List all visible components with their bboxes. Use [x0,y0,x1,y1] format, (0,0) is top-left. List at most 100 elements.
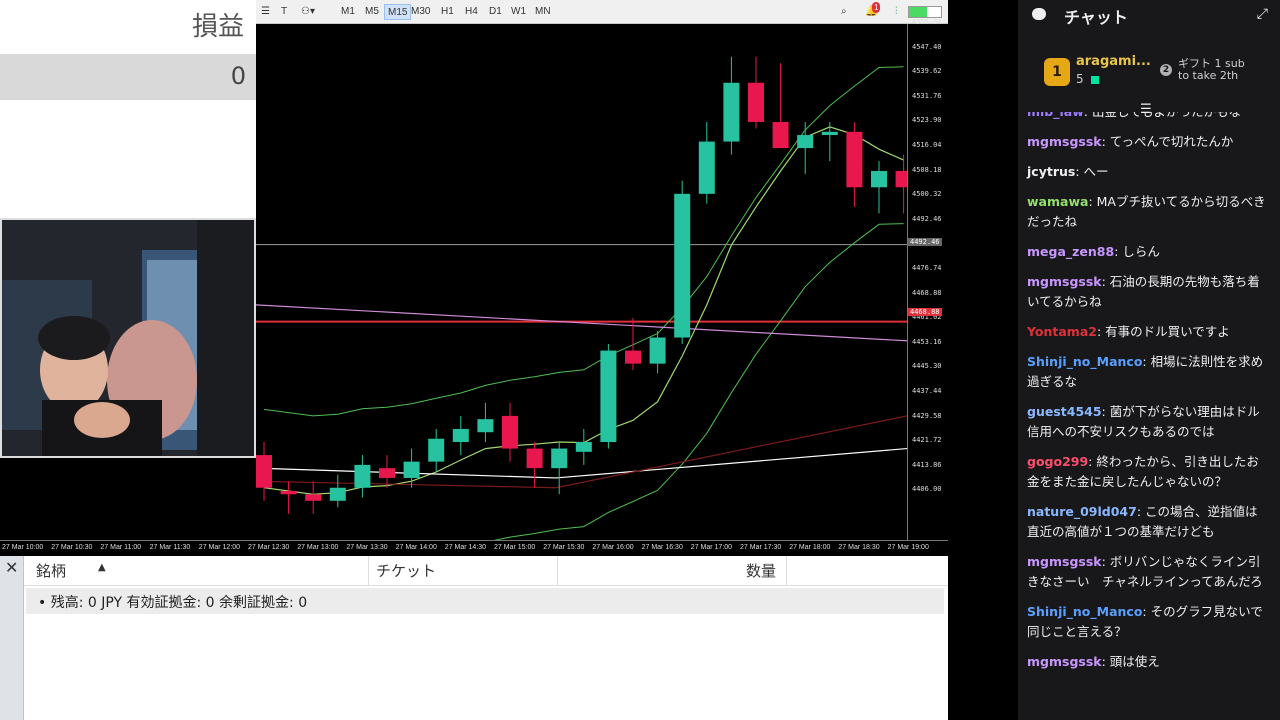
webcam-image [2,220,254,456]
time-tick: 27 Mar 12:00 [198,544,241,551]
timeframe-m30[interactable]: M30 [408,4,433,20]
price-tick: 4508.18 [912,165,942,174]
chat-message: mgmsgssk: てっぺんで切れたんか [1027,132,1269,152]
column-ticket[interactable]: チケット [376,560,436,584]
chat-username[interactable]: jcytrus [1027,164,1075,179]
chat-separator: : [1101,654,1110,669]
chat-username[interactable]: Shinji_no_Manco [1027,604,1142,619]
chat-message: nature_09ld047: この場合、逆指値は直近の高値が１つの基準だけども [1027,502,1269,542]
candle-body [895,170,907,188]
time-tick: 27 Mar 11:00 [100,544,142,551]
candle-body [871,170,887,188]
upper-band-line [263,66,904,417]
chat-username[interactable]: guest4545 [1027,404,1102,419]
search-icon[interactable]: ⌕ [838,4,850,20]
profit-header: 損益 [191,12,244,42]
price-tick: 4476.74 [912,264,942,272]
price-chart[interactable] [256,24,907,540]
horizontal-line-label: 4492.46 [908,238,942,246]
chat-username[interactable]: wamawa [1027,194,1088,209]
leader-count: 5 [1076,72,1084,86]
profit-row: 0 [0,54,258,100]
chat-username[interactable]: gogo299 [1027,454,1088,469]
rank-badge: 1 [1044,58,1070,86]
chat-username[interactable]: mgmsgssk [1027,554,1102,569]
chat-text: しらん [1122,244,1160,259]
signal-icon: ⫶ [895,6,898,17]
candle-body [846,131,863,188]
column-symbol[interactable]: 銘柄 [36,560,66,584]
timeframe-m5[interactable]: M5 [362,4,382,20]
time-tick: 27 Mar 10:00 [2,544,44,551]
chat-username[interactable]: mega_zen88 [1027,244,1114,259]
terminal-sidebar: ✕ [0,556,24,720]
candle-body [748,82,764,122]
chat-username[interactable]: mgmsgssk [1027,134,1102,149]
chat-username[interactable]: Yontama2 [1027,324,1097,339]
column-divider [368,556,369,586]
chat-separator: : [1101,274,1110,289]
candle-body [452,428,469,443]
price-tick: 4429.58 [912,411,942,420]
chat-message: mib_law: 出金してもよかったかもな [1027,112,1269,122]
sort-arrow-icon[interactable]: ▲ [98,562,106,586]
timeframe-w1[interactable]: W1 [508,4,529,20]
shapes-tool-icon[interactable]: ⚇▾ [298,4,318,20]
candle-body [625,350,641,364]
time-tick: 27 Mar 13:00 [297,544,339,551]
chat-text: てっぺんで切れたんか [1109,134,1234,149]
time-tick: 27 Mar 15:30 [543,544,585,551]
long-ma-line [256,304,907,342]
connection-meter-fill [909,7,927,17]
chat-username[interactable]: Shinji_no_Manco [1027,354,1142,369]
price-tick: 4523.90 [912,116,942,125]
gift-leaderboard[interactable]: 1 aragami... 5 2 ギフト 1 sub to take 2th [1018,48,1280,98]
column-volume[interactable]: 数量 [746,560,776,584]
gift-text: ギフト 1 sub to take 2th [1178,58,1245,82]
notification-badge: 1 [872,2,881,13]
price-tick: 4547.40 [912,42,942,51]
chat-message: wamawa: MAブチ抜いてるから切るべきだったね [1027,192,1269,232]
webcam-feed [0,218,256,458]
chat-message: gogo299: 終わったから、引き出したお金をまた金に戻したんじゃないの？ [1027,452,1269,492]
chart-window[interactable]: ☰ T ⚇▾ ⌕ 🔔 1 ⫶ M1 M5 M15 M30 H1 H4 D1 W1 MN [256,0,948,556]
time-tick: 27 Mar 15:00 [494,544,536,551]
chat-message: mgmsgssk: ボリバンじゃなくライン引きなさーい チャネルラインってあんだ… [1027,552,1269,592]
profit-value: 0 [230,62,246,90]
chat-username[interactable]: mib_law [1027,112,1084,119]
candle-body [502,415,518,449]
chat-separator: : [1088,194,1097,209]
stream-gap [948,0,1018,720]
terminal-header: 銘柄 ▲ チケット 数量 [24,556,948,586]
time-axis: 27 Mar 10:00 27 Mar 10:30 27 Mar 11:00 27 M… [0,540,948,556]
chat-separator: : [1075,164,1084,179]
gift-text-line2: to take 2th [1178,69,1239,82]
timeframe-h4[interactable]: H4 [462,4,481,20]
candle-body [354,464,371,488]
gift-rank-icon: 2 [1160,64,1172,76]
chat-separator: : [1096,324,1106,339]
time-tick: 27 Mar 18:00 [789,544,831,551]
chat-separator: : [1101,134,1110,149]
timeframe-h1[interactable]: H1 [438,4,457,20]
candle-body [649,337,666,364]
price-tick: 4555.34 [912,18,942,26]
chat-username[interactable]: mgmsgssk [1027,654,1102,669]
terminal-panel: ✕ 銘柄 ▲ チケット 数量 • 残高: 0 JPY 有効証拠金: 0 余剰証拠… [0,556,948,720]
price-tick: 4421.72 [912,436,942,445]
leader-name[interactable]: aragami... [1076,54,1151,69]
candle-body [305,494,322,501]
timeframe-mn[interactable]: MN [532,4,554,20]
chat-message: mega_zen88: しらん [1027,242,1269,262]
timeframe-d1[interactable]: D1 [486,4,505,20]
price-tick: 4492.46 [912,214,942,223]
close-icon[interactable]: ✕ [5,558,18,577]
text-tool-icon[interactable]: T [278,4,290,20]
popout-icon[interactable]: ⤢ [1257,6,1268,22]
crosshair-tool-icon[interactable]: ☰ [258,4,273,20]
chat-username[interactable]: mgmsgssk [1027,274,1102,289]
timeframe-m1[interactable]: M1 [338,4,358,20]
time-tick: 27 Mar 14:00 [395,544,437,551]
chat-username[interactable]: nature_09ld047 [1027,504,1137,519]
balance-row[interactable]: • 残高: 0 JPY 有効証拠金: 0 余剰証拠金: 0 [26,588,944,614]
